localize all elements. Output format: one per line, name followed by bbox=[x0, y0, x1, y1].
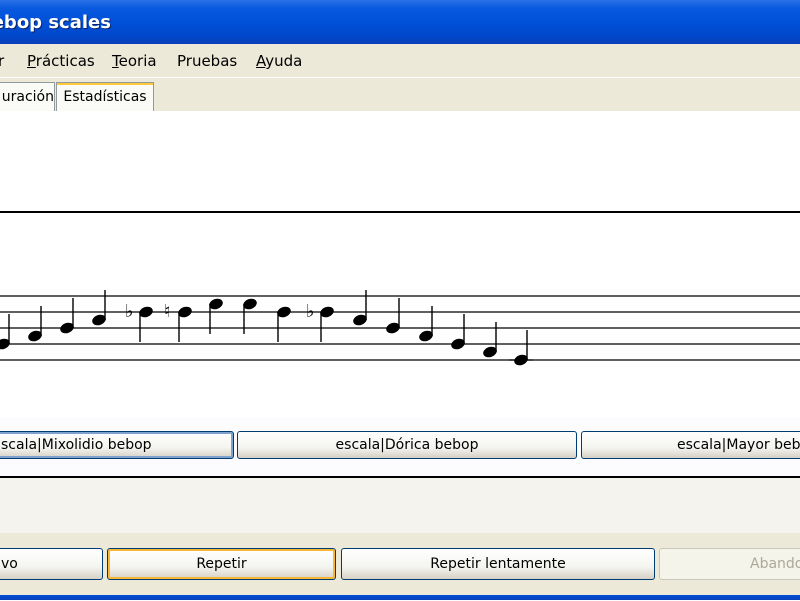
menu-item-pruebas[interactable]: Pruebas bbox=[177, 52, 237, 70]
menu-label-teoria: eoria bbox=[118, 52, 157, 70]
note bbox=[0, 314, 10, 350]
menu-accel-ayuda: A bbox=[256, 52, 266, 70]
tab-label: Estadísticas bbox=[63, 89, 147, 105]
scale-choice-dorica-button[interactable]: escala|Dórica bebop bbox=[237, 431, 577, 459]
note bbox=[451, 314, 465, 350]
tab-label: uración bbox=[1, 89, 54, 105]
tab-estadisticas[interactable]: Estadísticas bbox=[56, 82, 154, 112]
music-staff: ♭ ♮ ♭ bbox=[0, 290, 800, 366]
natural-sign: ♮ bbox=[164, 301, 170, 322]
flat-sign: ♭ bbox=[306, 301, 315, 322]
menu-bar: r Prácticas Teoria Pruebas Ayuda bbox=[0, 44, 800, 78]
abandon-button[interactable]: Abando bbox=[659, 548, 800, 580]
note: ♭ bbox=[125, 301, 153, 342]
menu-accel-teoria: T bbox=[112, 52, 119, 70]
menu-label-practicas: rácticas bbox=[35, 52, 95, 70]
repeat-slowly-button[interactable]: Repetir lentamente bbox=[341, 548, 655, 580]
note bbox=[60, 298, 74, 334]
menu-accel-practicas: P bbox=[27, 52, 36, 70]
menu-item-teoria[interactable]: Teoria bbox=[112, 52, 157, 70]
title-bar[interactable]: Bebop scales bbox=[0, 0, 800, 44]
menu-item-partial[interactable]: r bbox=[0, 52, 4, 70]
note bbox=[386, 298, 400, 334]
note bbox=[509, 330, 533, 366]
new-button[interactable]: vo bbox=[0, 548, 103, 580]
window-title: Bebop scales bbox=[0, 12, 111, 33]
flat-sign: ♭ bbox=[125, 301, 134, 322]
info-area bbox=[0, 111, 800, 211]
note: ♭ bbox=[306, 301, 334, 342]
staff-lines bbox=[0, 295, 800, 361]
note: ♮ bbox=[164, 301, 192, 342]
repeat-button[interactable]: Repetir bbox=[107, 548, 336, 580]
music-staff-area: ♭ ♮ ♭ bbox=[0, 211, 800, 419]
tab-strip: uración Estadísticas bbox=[0, 78, 800, 112]
feedback-area bbox=[0, 478, 800, 533]
menu-item-practicas[interactable]: Prácticas bbox=[27, 52, 95, 70]
action-button-row: vo Repetir Repetir lentamente Abando bbox=[0, 533, 800, 595]
scale-choice-mayor-button[interactable]: escala|Mayor beb bbox=[581, 431, 800, 459]
tab-configuracion[interactable]: uración bbox=[0, 82, 55, 112]
menu-label-ayuda: yuda bbox=[265, 52, 303, 70]
menu-item-ayuda[interactable]: Ayuda bbox=[256, 52, 302, 70]
scale-choice-row: scala|Mixolidio bebop escala|Dórica bebo… bbox=[0, 417, 800, 477]
scale-choice-mixolidio-button[interactable]: scala|Mixolidio bebop bbox=[0, 431, 234, 459]
note bbox=[277, 306, 291, 342]
window-frame-bottom bbox=[0, 595, 800, 600]
